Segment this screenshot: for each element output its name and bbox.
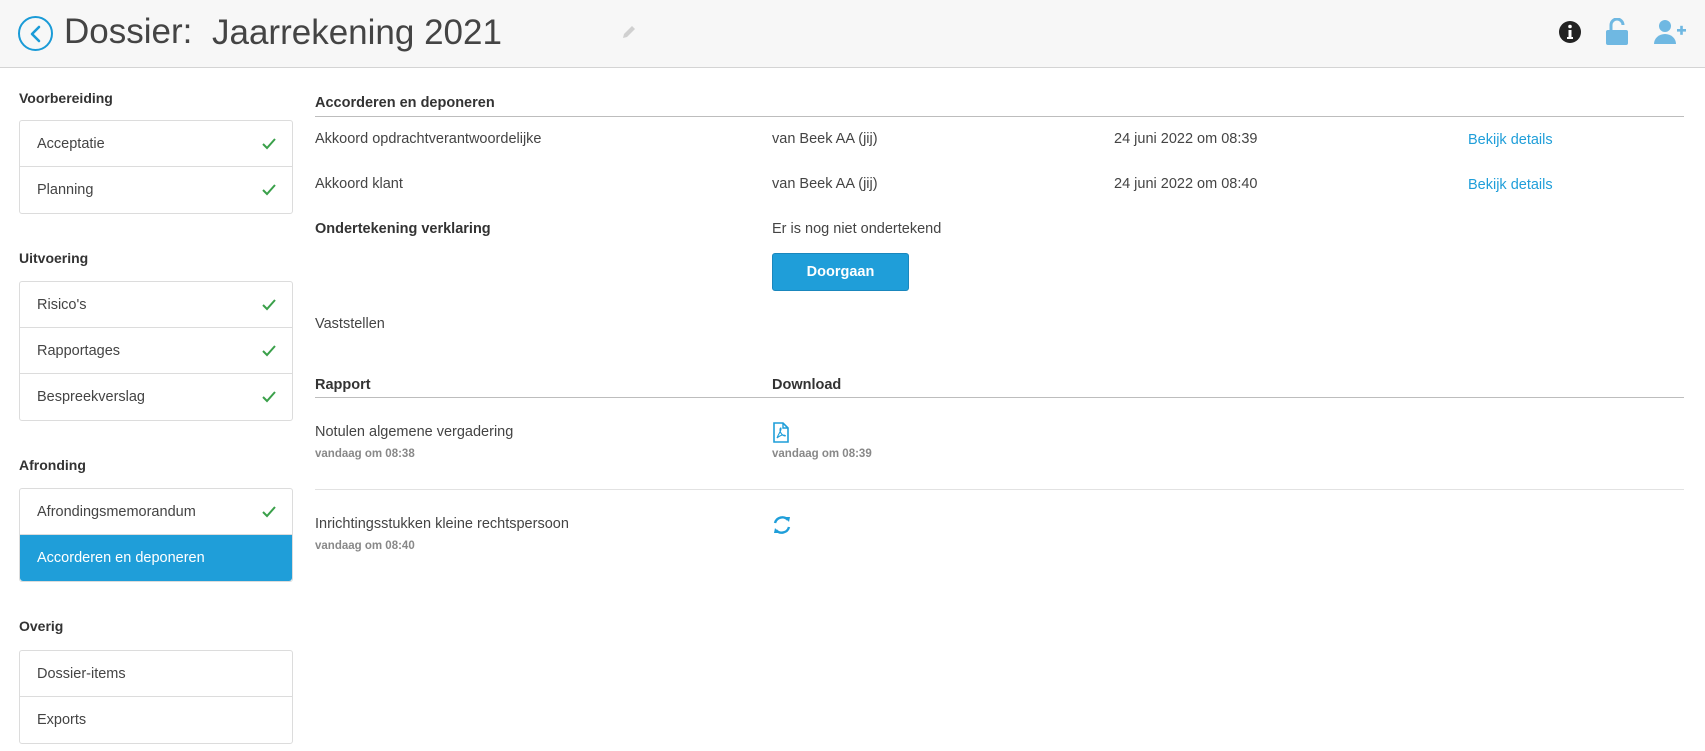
approval-date: 24 juni 2022 om 08:39 bbox=[1114, 131, 1258, 147]
page-label: Dossier: bbox=[64, 12, 193, 51]
chevron-left-icon bbox=[30, 25, 40, 42]
row-divider bbox=[315, 489, 1684, 490]
sidebar-item-afrondingsmemorandum[interactable]: Afrondingsmemorandum bbox=[20, 489, 292, 535]
check-icon bbox=[262, 184, 276, 196]
pdf-icon[interactable] bbox=[772, 422, 790, 443]
signing-label: Ondertekening verklaring bbox=[315, 221, 491, 237]
check-icon bbox=[262, 505, 276, 517]
continue-button[interactable]: Doorgaan bbox=[772, 253, 909, 291]
sidebar-section-title: Voorbereiding bbox=[19, 90, 113, 106]
report-created: vandaag om 08:40 bbox=[315, 540, 415, 552]
sidebar-item-label: Afrondingsmemorandum bbox=[37, 503, 196, 520]
info-icon[interactable] bbox=[1554, 16, 1586, 48]
back-button[interactable] bbox=[18, 16, 53, 51]
sidebar-section-title: Afronding bbox=[19, 457, 86, 473]
sidebar-group-voorbereiding: Acceptatie Planning bbox=[19, 120, 293, 214]
sidebar-item-rapportages[interactable]: Rapportages bbox=[20, 328, 292, 374]
approval-date: 24 juni 2022 om 08:40 bbox=[1114, 176, 1258, 192]
sidebar-item-bespreekverslag[interactable]: Bespreekverslag bbox=[20, 374, 292, 420]
details-link[interactable]: Bekijk details bbox=[1468, 132, 1553, 148]
report-created: vandaag om 08:38 bbox=[315, 448, 415, 460]
sidebar-item-label: Acceptatie bbox=[37, 135, 105, 152]
sidebar-item-acceptatie[interactable]: Acceptatie bbox=[20, 121, 292, 167]
sidebar-item-accorderen-en-deponeren[interactable]: Accorderen en deponeren bbox=[20, 535, 292, 581]
sidebar-group-uitvoering: Risico's Rapportages Bespreekverslag bbox=[19, 281, 293, 421]
pencil-icon[interactable] bbox=[621, 24, 637, 40]
sidebar-item-label: Accorderen en deponeren bbox=[37, 550, 205, 566]
check-icon bbox=[262, 391, 276, 403]
details-link[interactable]: Bekijk details bbox=[1468, 177, 1553, 193]
sidebar-item-label: Rapportages bbox=[37, 342, 121, 359]
section-title: Accorderen en deponeren bbox=[315, 95, 495, 111]
check-icon bbox=[262, 137, 276, 149]
refresh-icon[interactable] bbox=[771, 514, 793, 536]
reports-header-download: Download bbox=[772, 377, 842, 393]
sidebar-item-label: Planning bbox=[37, 182, 94, 198]
signing-status: Er is nog niet ondertekend bbox=[772, 221, 942, 237]
sidebar-item-label: Dossier-items bbox=[37, 665, 126, 682]
approval-label: Akkoord opdrachtverantwoordelijke bbox=[315, 131, 542, 147]
sidebar-section-title: Uitvoering bbox=[19, 250, 89, 266]
unlock-icon[interactable] bbox=[1601, 16, 1633, 48]
page-header: Dossier: Jaarrekening 2021 bbox=[0, 0, 1705, 68]
section-divider bbox=[315, 116, 1684, 117]
establish-label: Vaststellen bbox=[315, 316, 385, 332]
report-name: Inrichtingsstukken kleine rechtspersoon bbox=[315, 516, 569, 532]
sidebar-item-dossier-items[interactable]: Dossier-items bbox=[20, 651, 292, 697]
report-name: Notulen algemene vergadering bbox=[315, 424, 514, 440]
page-title: Jaarrekening 2021 bbox=[212, 13, 502, 52]
sidebar-item-label: Bespreekverslag bbox=[37, 389, 145, 405]
sidebar-item-planning[interactable]: Planning bbox=[20, 167, 292, 213]
download-time: vandaag om 08:39 bbox=[772, 448, 872, 460]
check-icon bbox=[262, 298, 276, 310]
sidebar-section-title: Overig bbox=[19, 618, 64, 634]
sidebar-item-label: Risico's bbox=[37, 296, 87, 313]
add-user-icon[interactable] bbox=[1652, 16, 1688, 48]
approval-by: van Beek AA (jij) bbox=[772, 131, 878, 147]
sidebar-item-risicos[interactable]: Risico's bbox=[20, 282, 292, 328]
approval-by: van Beek AA (jij) bbox=[772, 176, 878, 192]
sidebar-group-overig: Dossier-items Exports bbox=[19, 650, 293, 744]
sidebar-item-exports[interactable]: Exports bbox=[20, 697, 292, 743]
sidebar-group-afronding: Afrondingsmemorandum Accorderen en depon… bbox=[19, 488, 293, 582]
reports-divider bbox=[315, 397, 1684, 398]
approval-label: Akkoord klant bbox=[315, 176, 403, 192]
check-icon bbox=[262, 344, 276, 356]
reports-header-report: Rapport bbox=[315, 377, 371, 393]
sidebar-item-label: Exports bbox=[37, 712, 87, 728]
